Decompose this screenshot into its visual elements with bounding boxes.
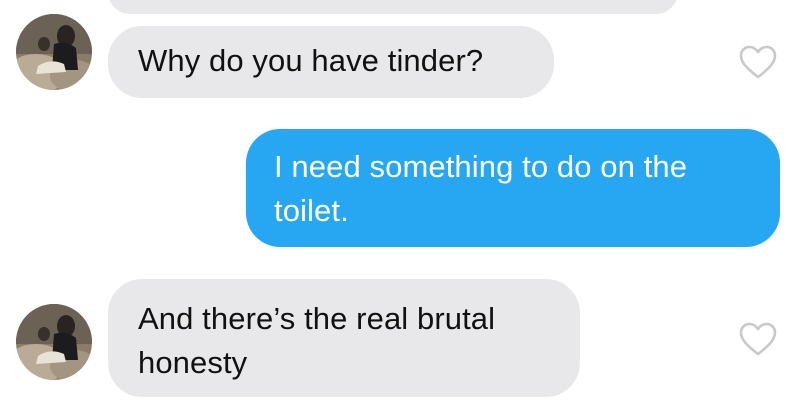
match-avatar[interactable] [16, 14, 92, 90]
match-avatar[interactable] [16, 304, 92, 380]
heart-outline-icon[interactable] [738, 44, 778, 80]
incoming-message-bubble[interactable]: And there’s the real brutal honesty [108, 279, 580, 397]
outgoing-message-bubble[interactable]: I need something to do on the toilet. [246, 129, 780, 247]
avatar-photo-icon [16, 14, 92, 90]
avatar-photo-icon [16, 304, 92, 380]
message-text: I need something to do on the toilet. [274, 149, 688, 228]
chat-thread: Why do you have tinder? I need something… [0, 0, 800, 419]
heart-outline-icon[interactable] [738, 321, 778, 357]
incoming-message-bubble[interactable]: Why do you have tinder? [108, 26, 554, 98]
previous-message-bubble [108, 0, 678, 14]
message-text: And there’s the real brutal honesty [138, 301, 496, 380]
message-text: Why do you have tinder? [138, 43, 484, 78]
